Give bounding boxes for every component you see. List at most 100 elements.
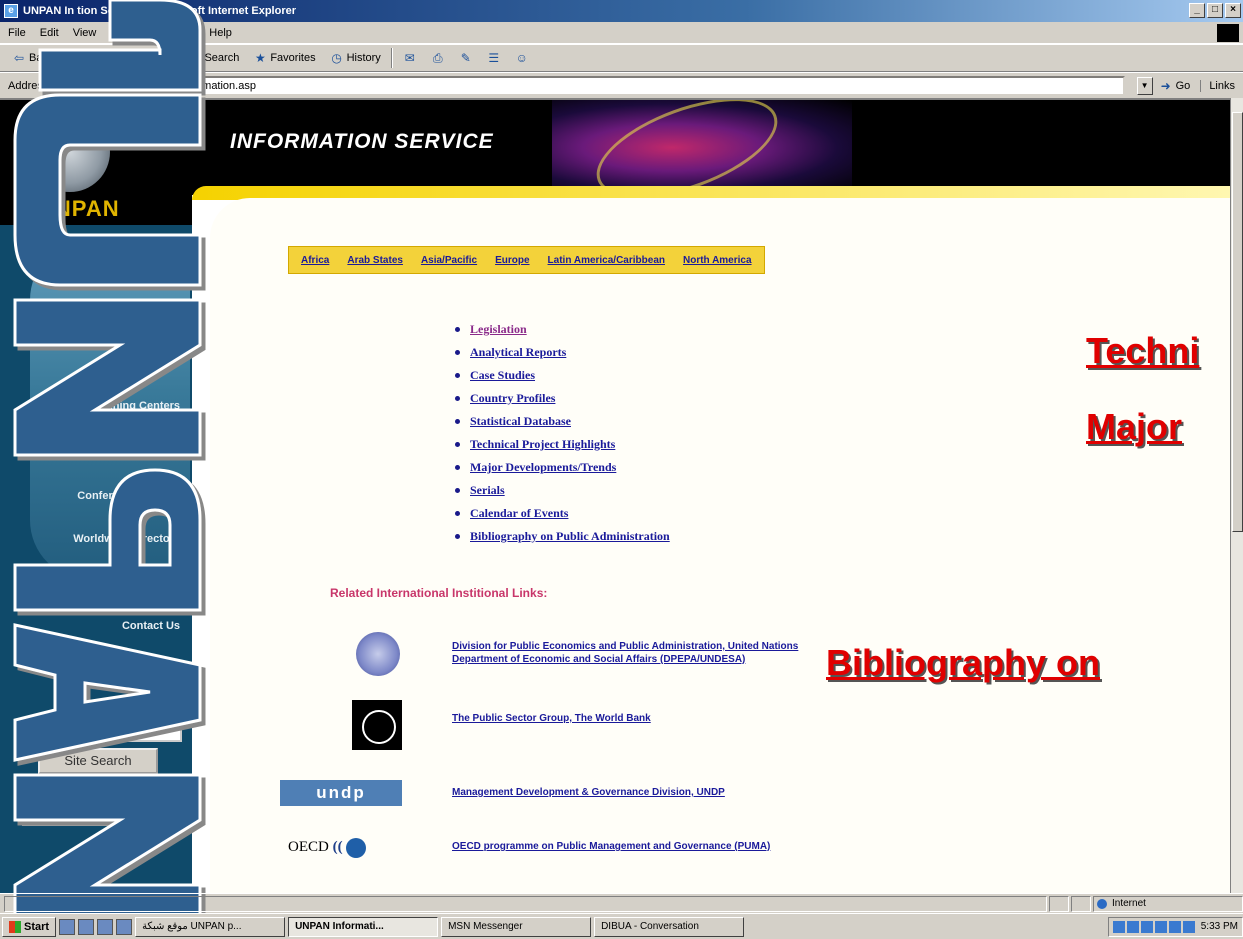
tray-icon[interactable]	[1182, 920, 1195, 933]
overlay-link-bibliography[interactable]: Bibliography on	[826, 642, 1100, 684]
region-latin-america[interactable]: Latin America/Caribbean	[548, 255, 665, 266]
back-button[interactable]: ⇦ Back	[8, 49, 57, 67]
link-analytical-reports[interactable]: Analytical Reports	[470, 345, 566, 360]
search-option-box[interactable]	[22, 800, 182, 826]
list-item: Case Studies	[455, 364, 670, 387]
print-button[interactable]: ⎙	[427, 49, 449, 67]
tray-icon[interactable]	[1154, 920, 1167, 933]
edit-button[interactable]: ✎	[455, 49, 477, 67]
nav-contact-us[interactable]: Contact Us	[122, 620, 180, 632]
address-dropdown-button[interactable]: ▼	[1136, 76, 1153, 95]
link-calendar-of-events[interactable]: Calendar of Events	[470, 506, 568, 521]
refresh-button[interactable]: ⟳	[119, 49, 141, 67]
quicklaunch-media-icon[interactable]	[116, 918, 133, 935]
menu-file[interactable]: File	[8, 27, 26, 39]
menu-edit[interactable]: Edit	[40, 27, 59, 39]
region-africa[interactable]: Africa	[301, 255, 329, 266]
menu-view[interactable]: View	[73, 27, 97, 39]
quicklaunch-ie-icon[interactable]	[78, 918, 95, 935]
overlay-link-major[interactable]: Major	[1086, 406, 1182, 448]
link-serials[interactable]: Serials	[470, 483, 505, 498]
list-item: Serials	[455, 479, 670, 502]
task-unpan-arabic[interactable]: موقع شبكة UNPAN p...	[135, 916, 286, 937]
forward-button[interactable]: ⇨	[63, 49, 85, 67]
oecd-logo: OECD ((	[288, 832, 402, 862]
vertical-scrollbar[interactable]	[1230, 98, 1243, 893]
link-undp[interactable]: Management Development & Governance Divi…	[452, 786, 725, 799]
nav-worldwide-directory[interactable]: Worldwide Directory	[73, 533, 180, 545]
overlay-link-technical[interactable]: Techni	[1086, 330, 1199, 372]
windows-logo-throbber	[1217, 24, 1239, 42]
list-item: Technical Project Highlights	[455, 433, 670, 456]
logo-area: UNPAN	[0, 100, 192, 225]
link-dpepa-undesa[interactable]: Division for Public Economics and Public…	[452, 640, 798, 666]
link-technical-project-highlights[interactable]: Technical Project Highlights	[470, 437, 615, 452]
status-cell	[1049, 895, 1069, 912]
quicklaunch-desktop-icon[interactable]	[59, 918, 76, 935]
link-world-bank[interactable]: The Public Sector Group, The World Bank	[452, 712, 651, 725]
left-navigation: UNPAN Discover UNPAN Core Themes Trainin…	[0, 100, 192, 893]
region-arab-states[interactable]: Arab States	[347, 255, 403, 266]
link-oecd-puma[interactable]: OECD programme on Public Management and …	[452, 840, 770, 853]
tray-icon[interactable]	[1140, 920, 1153, 933]
start-button[interactable]: Start	[2, 916, 57, 937]
messenger-button[interactable]: ☺	[511, 49, 533, 67]
nav-advisory-service[interactable]: Advisory Service	[91, 445, 180, 457]
bullet-icon	[455, 442, 460, 447]
go-button[interactable]: ➜ Go	[1159, 79, 1195, 93]
close-button[interactable]: ×	[1225, 3, 1241, 18]
related-links-heading: Related International Institional Links:	[330, 586, 548, 600]
list-item: Major Developments/Trends	[455, 456, 670, 479]
task-unpan-information[interactable]: UNPAN Informati...	[288, 916, 439, 937]
task-msn-messenger[interactable]: MSN Messenger	[441, 916, 592, 937]
menu-favorites[interactable]: Favorites	[110, 27, 155, 39]
link-case-studies[interactable]: Case Studies	[470, 368, 535, 383]
bullet-icon	[455, 534, 460, 539]
nav-training-centers[interactable]: Training Centers	[93, 400, 180, 412]
address-input[interactable]: http://www.unpan.org/information.asp	[54, 75, 1125, 96]
site-search-input[interactable]	[22, 720, 182, 742]
maximize-button[interactable]: □	[1207, 3, 1223, 18]
page-icon	[58, 79, 71, 92]
minimize-button[interactable]: _	[1189, 3, 1205, 18]
window-title: UNPAN In tion Services - Microsoft Inter…	[23, 5, 297, 17]
link-bibliography[interactable]: Bibliography on Public Administration	[470, 529, 670, 544]
region-north-america[interactable]: North America	[683, 255, 752, 266]
link-major-developments[interactable]: Major Developments/Trends	[470, 460, 616, 475]
go-arrow-icon: ➜	[1160, 78, 1171, 93]
link-country-profiles[interactable]: Country Profiles	[470, 391, 555, 406]
tray-icon[interactable]	[1126, 920, 1139, 933]
print-icon: ⎙	[433, 51, 443, 65]
quicklaunch-outlook-icon[interactable]	[97, 918, 114, 935]
security-zone: Internet	[1093, 895, 1243, 912]
back-arrow-icon: ⇦	[13, 51, 25, 65]
history-button[interactable]: ◷ History	[326, 49, 385, 67]
link-statistical-database[interactable]: Statistical Database	[470, 414, 571, 429]
discuss-button[interactable]: ☰	[483, 49, 505, 67]
tray-icon[interactable]	[1168, 920, 1181, 933]
site-search-button[interactable]: Site Search	[38, 748, 158, 774]
nav-conference-service[interactable]: Conference Service	[77, 490, 180, 502]
menu-tools[interactable]: Tools	[170, 27, 196, 39]
standard-toolbar: ⇦ Back ⇨ ⊗ ⟳ ⌂ ⌕ Search ★ Favorites ◷ Hi…	[0, 44, 1243, 72]
menu-help[interactable]: Help	[209, 27, 232, 39]
scrollbar-thumb[interactable]	[1232, 112, 1243, 532]
links-button[interactable]: Links	[1200, 79, 1243, 92]
mail-button[interactable]: ✉	[399, 49, 421, 67]
refresh-icon: ⟳	[125, 51, 136, 65]
stop-button[interactable]: ⊗	[91, 49, 113, 67]
nav-whats-new[interactable]: What's New	[119, 576, 180, 588]
nav-core-themes[interactable]: Core Themes	[110, 310, 180, 322]
task-dibua-conversation[interactable]: DIBUA - Conversation	[594, 916, 745, 937]
region-europe[interactable]: Europe	[495, 255, 529, 266]
bullet-icon	[455, 465, 460, 470]
tray-icon[interactable]	[1112, 920, 1125, 933]
link-legislation[interactable]: Legislation	[470, 322, 527, 337]
favorites-button[interactable]: ★ Favorites	[249, 49, 319, 67]
list-item: Calendar of Events	[455, 502, 670, 525]
region-asia-pacific[interactable]: Asia/Pacific	[421, 255, 477, 266]
search-button[interactable]: ⌕ Search	[183, 49, 243, 67]
edit-icon: ✎	[460, 51, 471, 65]
home-button[interactable]: ⌂	[147, 49, 169, 67]
nav-discover-unpan[interactable]: Discover UNPAN	[92, 270, 180, 282]
